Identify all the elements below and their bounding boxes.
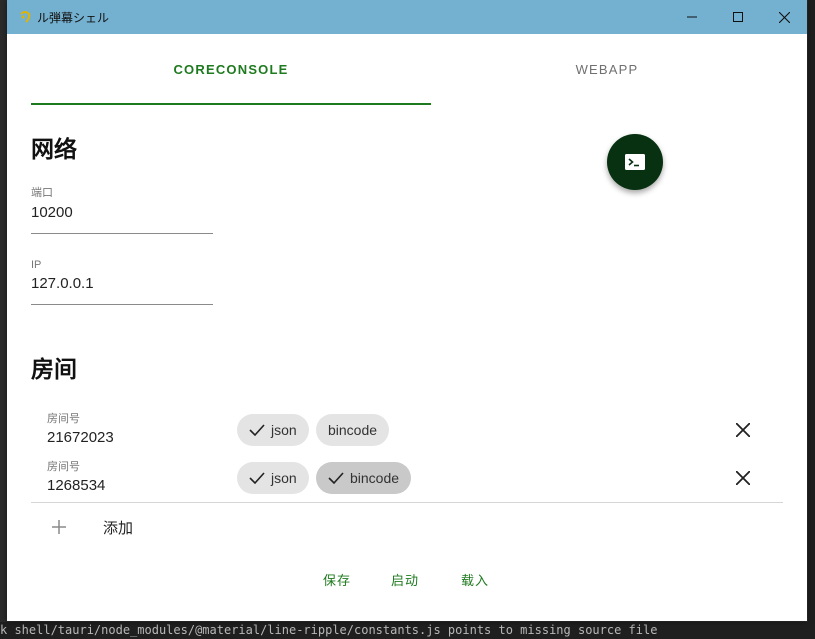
bincode-chip[interactable]: bincode (316, 414, 390, 446)
bincode-chip[interactable]: bincode (316, 462, 412, 494)
active-tab-indicator (31, 103, 431, 105)
room-id-label: 房间号 (47, 461, 80, 473)
check-icon (249, 472, 265, 484)
ip-input[interactable]: 127.0.0.1 (31, 275, 213, 304)
add-room-label: 添加 (103, 520, 134, 537)
add-room-button[interactable]: 添加 (31, 511, 331, 543)
minimize-button[interactable] (669, 0, 715, 34)
json-chip[interactable]: json (237, 414, 309, 446)
tab-coreconsole[interactable]: CORECONSOLE (31, 34, 431, 105)
room-id-field[interactable]: 房间号 21672023 (47, 410, 114, 446)
remove-room-button[interactable] (731, 418, 755, 442)
tab-webapp[interactable]: WEBAPP (407, 34, 807, 105)
json-chip[interactable]: json (237, 462, 309, 494)
maximize-icon (733, 12, 743, 22)
room-id-input[interactable]: 1268534 (47, 477, 105, 494)
json-chip-label: json (271, 470, 297, 486)
room-row: 房间号 1268534 json bincode (31, 458, 783, 504)
room-id-label: 房间号 (47, 413, 80, 425)
bincode-chip-label: bincode (350, 470, 400, 486)
close-icon (736, 423, 750, 437)
check-icon (249, 424, 265, 436)
bincode-chip-label: bincode (328, 422, 378, 438)
check-icon (328, 472, 344, 484)
close-button[interactable] (761, 0, 807, 34)
background-window (808, 0, 815, 639)
port-field[interactable]: 端口 10200 (31, 184, 213, 234)
start-button[interactable]: 启动 (391, 570, 419, 589)
maximize-button[interactable] (715, 0, 761, 34)
rooms-section-title: 房间 (31, 357, 77, 383)
ip-label: IP (31, 259, 42, 271)
remove-room-button[interactable] (731, 466, 755, 490)
app-window: ル弾幕シェル CORECONSOLE WEBAPP 网络 端口 10200 IP… (7, 0, 807, 621)
room-id-input[interactable]: 21672023 (47, 429, 114, 446)
title-bar[interactable]: ル弾幕シェル (7, 0, 807, 34)
network-section-title: 网络 (31, 137, 77, 163)
port-label: 端口 (31, 187, 53, 199)
json-chip-label: json (271, 422, 297, 438)
list-divider (31, 502, 783, 503)
window-title: ル弾幕シェル (37, 11, 110, 25)
room-row: 房间号 21672023 json bincode (31, 410, 783, 456)
tab-bar: CORECONSOLE WEBAPP (7, 34, 807, 106)
console-fab-button[interactable] (607, 134, 663, 190)
port-input[interactable]: 10200 (31, 204, 213, 233)
terminal-icon (625, 154, 645, 170)
room-id-field[interactable]: 房间号 1268534 (47, 458, 105, 494)
app-logo-icon (20, 11, 31, 23)
close-icon (778, 11, 790, 23)
close-icon (736, 471, 750, 485)
load-button[interactable]: 载入 (461, 570, 489, 589)
ip-field[interactable]: IP 127.0.0.1 (31, 259, 213, 305)
plus-icon (52, 520, 66, 534)
save-button[interactable]: 保存 (323, 570, 351, 589)
minimize-icon (687, 16, 697, 18)
background-terminal-text: k shell/tauri/node_modules/@material/lin… (0, 622, 815, 639)
